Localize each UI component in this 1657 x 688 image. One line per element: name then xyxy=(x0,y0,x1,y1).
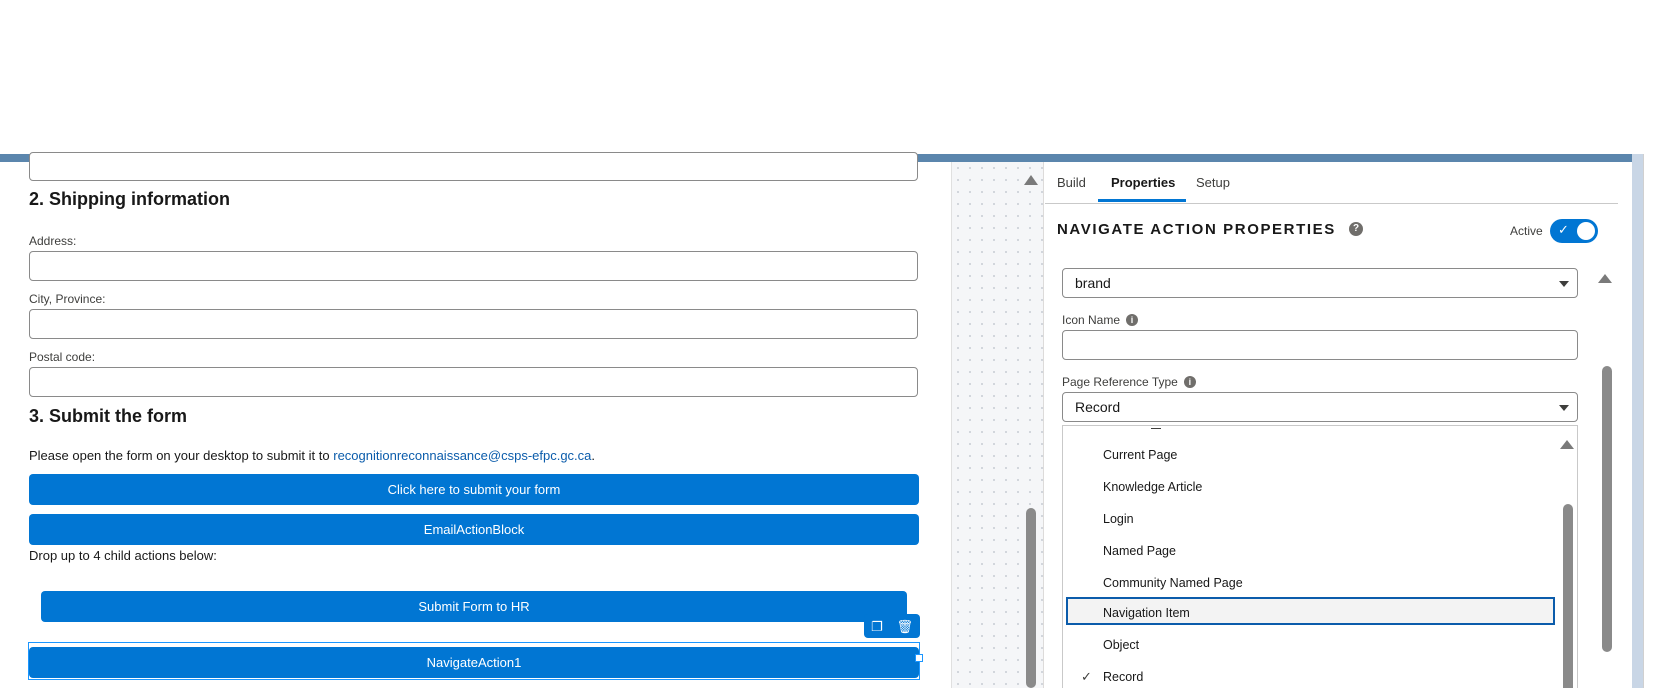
submit-email-link[interactable]: recognitionreconnaissance@csps-efpc.gc.c… xyxy=(333,448,591,463)
tab-setup[interactable]: Setup xyxy=(1196,175,1230,190)
postal-code-label: Postal code: xyxy=(29,350,96,364)
submit-instructions-period: . xyxy=(591,448,596,463)
scroll-up-arrow-icon[interactable] xyxy=(1024,175,1038,185)
icon-name-label: Icon Name i xyxy=(1062,313,1139,327)
dropdown-clipped-item xyxy=(1151,426,1161,429)
page-reference-type-dropdown: Current Page Knowledge Article Login Nam… xyxy=(1062,425,1578,688)
help-icon[interactable]: ? xyxy=(1349,222,1363,236)
scroll-up-arrow-icon[interactable] xyxy=(1560,440,1574,449)
city-province-label: City, Province: xyxy=(29,292,106,306)
action-mini-toolbar: ❐ 🗑︎ xyxy=(864,614,920,638)
drop-hint-text: Drop up to 4 child actions below: xyxy=(29,548,217,563)
dropdown-option-community-named-page[interactable]: Community Named Page xyxy=(1103,576,1243,590)
scroll-up-arrow-icon[interactable] xyxy=(1598,274,1612,283)
page-reference-type-value: Record xyxy=(1075,399,1121,415)
active-toggle[interactable]: ✓ xyxy=(1550,219,1598,243)
chevron-down-icon xyxy=(1559,405,1569,411)
address-label: Address: xyxy=(29,234,77,248)
active-tab-indicator xyxy=(1098,199,1186,202)
previous-field-input[interactable] xyxy=(29,152,918,181)
tab-properties[interactable]: Properties xyxy=(1111,175,1175,190)
panel-title: NAVIGATE ACTION PROPERTIES xyxy=(1057,221,1336,238)
info-icon[interactable]: i xyxy=(1126,314,1139,326)
right-edge-strip xyxy=(1632,154,1643,688)
window-edge xyxy=(1643,154,1657,688)
dropdown-option-current-page[interactable]: Current Page xyxy=(1103,448,1177,462)
canvas-scrollbar[interactable] xyxy=(1026,508,1036,688)
shipping-section-title: 2. Shipping information xyxy=(29,189,230,209)
submit-form-button[interactable]: Click here to submit your form xyxy=(29,474,919,505)
dropdown-option-record[interactable]: ✓ Record xyxy=(1081,669,1144,684)
submit-instructions: Please open the form on your desktop to … xyxy=(29,448,595,463)
dropdown-option-named-page[interactable]: Named Page xyxy=(1103,544,1176,558)
city-province-input[interactable] xyxy=(29,309,918,339)
active-label: Active xyxy=(1510,224,1543,238)
navigate-action-button[interactable]: NavigateAction1 xyxy=(29,647,919,678)
submit-instructions-text: Please open the form on your desktop to … xyxy=(29,448,334,463)
icon-name-input[interactable] xyxy=(1062,330,1578,360)
panel-scrollbar[interactable] xyxy=(1602,366,1612,652)
dropdown-option-object[interactable]: Object xyxy=(1103,638,1139,652)
dropdown-option-navigation-item[interactable]: Navigation Item xyxy=(1103,606,1190,620)
page-reference-type-select[interactable]: Record xyxy=(1062,392,1578,422)
delete-icon[interactable]: 🗑︎ xyxy=(897,620,914,633)
submit-form-to-hr-button[interactable]: Submit Form to HR xyxy=(41,591,907,622)
address-input[interactable] xyxy=(29,251,918,281)
chevron-down-icon xyxy=(1559,281,1569,287)
postal-code-input[interactable] xyxy=(29,367,918,397)
checkmark-icon: ✓ xyxy=(1081,669,1092,684)
dropdown-option-knowledge-article[interactable]: Knowledge Article xyxy=(1103,480,1202,494)
dropdown-option-record-label: Record xyxy=(1103,670,1144,684)
info-icon[interactable]: i xyxy=(1183,376,1196,388)
toggle-knob xyxy=(1577,222,1595,240)
icon-name-label-text: Icon Name xyxy=(1062,313,1121,327)
button-variant-select[interactable]: brand xyxy=(1062,268,1578,298)
resize-handle[interactable] xyxy=(915,654,923,662)
check-icon: ✓ xyxy=(1558,222,1569,237)
page-reference-type-label: Page Reference Type i xyxy=(1062,375,1196,389)
email-action-block-button[interactable]: EmailActionBlock xyxy=(29,514,919,545)
panel-tabs: Build Properties Setup xyxy=(1045,163,1618,204)
tab-build[interactable]: Build xyxy=(1057,175,1086,190)
page-reference-type-label-text: Page Reference Type xyxy=(1062,375,1178,389)
button-variant-value: brand xyxy=(1075,275,1111,291)
submit-section-title: 3. Submit the form xyxy=(29,406,188,426)
duplicate-icon[interactable]: ❐ xyxy=(871,620,883,633)
dropdown-option-login[interactable]: Login xyxy=(1103,512,1134,526)
dropdown-scrollbar[interactable] xyxy=(1563,504,1573,688)
